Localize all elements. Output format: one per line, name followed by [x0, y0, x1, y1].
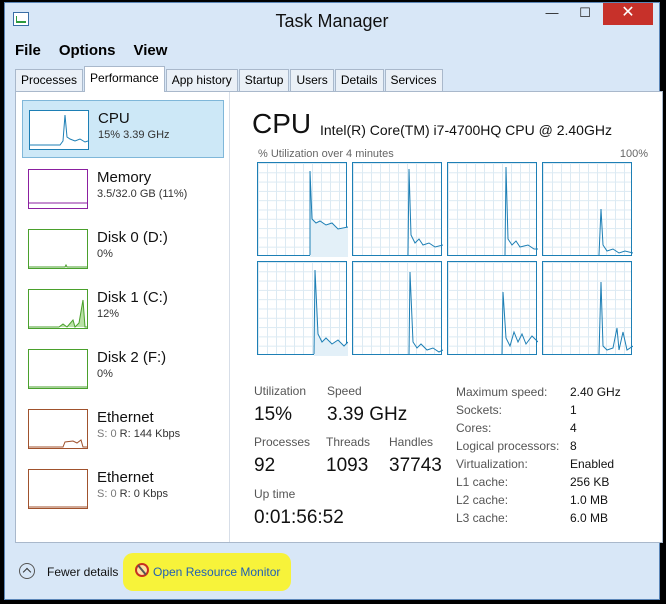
- cpu-core-graph: [257, 162, 348, 257]
- cpu-core-graph: [352, 162, 443, 256]
- performance-panel: CPU 15% 3.39 GHz Memory 3.5/32.0 GB (11%…: [15, 91, 663, 543]
- tab-performance[interactable]: Performance: [84, 66, 165, 92]
- spec-label: L3 cache:: [456, 511, 509, 525]
- cpu-core-graph: [447, 261, 538, 355]
- disk-1-thumbnail-graph: [28, 289, 88, 329]
- send-rate: S: 0: [97, 428, 117, 440]
- open-resource-monitor-link[interactable]: Open Resource Monitor: [153, 565, 280, 579]
- menu-options[interactable]: Options: [57, 40, 118, 62]
- tab-users[interactable]: Users: [290, 69, 334, 91]
- footer-bar: Fewer details Open Resource Monitor: [5, 545, 659, 601]
- sidebar-label: Ethernet: [97, 469, 154, 486]
- sidebar-item-memory[interactable]: Memory 3.5/32.0 GB (11%): [22, 160, 224, 218]
- menu-bar: File Options View: [13, 40, 169, 62]
- spec-value: 256 KB: [570, 475, 610, 489]
- sidebar-sub-value: 12%: [97, 308, 120, 320]
- processes-value: 92: [254, 455, 276, 476]
- spec-label: Logical processors:: [456, 439, 560, 453]
- sidebar-item-ethernet-1[interactable]: Ethernet S: 0 R: 144 Kbps: [22, 400, 224, 458]
- utilization-graph-label: % Utilization over 4 minutes: [258, 148, 394, 160]
- spec-label: Virtualization:: [456, 457, 528, 471]
- tab-services[interactable]: Services: [384, 69, 443, 91]
- sidebar-item-disk-1[interactable]: Disk 1 (C:) 12%: [22, 280, 224, 338]
- memory-thumbnail-graph: [28, 169, 88, 209]
- sidebar-sub-value: 0%: [97, 368, 113, 380]
- speed-label: Speed: [327, 384, 362, 398]
- spec-value: 8: [570, 439, 577, 453]
- close-button[interactable]: ✕: [603, 3, 653, 25]
- tab-strip: Processes Performance App history Startu…: [15, 66, 444, 92]
- menu-file[interactable]: File: [13, 40, 43, 62]
- uptime-label: Up time: [254, 487, 296, 501]
- handles-value: 37743: [389, 455, 442, 476]
- sidebar-item-disk-0[interactable]: Disk 0 (D:) 0%: [22, 220, 224, 278]
- spec-label: Maximum speed:: [456, 385, 548, 399]
- tab-startup[interactable]: Startup: [238, 69, 290, 91]
- disk-0-thumbnail-graph: [28, 229, 88, 269]
- send-rate: S: 0: [97, 488, 117, 500]
- cpu-core-graph: [542, 162, 633, 256]
- spec-value: 6.0 MB: [570, 511, 609, 525]
- handles-label: Handles: [389, 435, 434, 449]
- cpu-thumbnail-graph: [29, 110, 89, 150]
- utilization-graph-max: 100%: [619, 148, 648, 160]
- sidebar-sub-value: S: 0 R: 0 Kbps: [97, 488, 168, 500]
- spec-value: 2.40 GHz: [570, 385, 621, 399]
- minimize-button[interactable]: —: [537, 3, 567, 25]
- spec-value: 4: [570, 421, 577, 435]
- spec-value: 1: [570, 403, 577, 417]
- threads-label: Threads: [326, 435, 371, 449]
- threads-value: 1093: [326, 455, 369, 476]
- sidebar-label: CPU: [98, 110, 130, 127]
- spec-label: L1 cache:: [456, 475, 509, 489]
- spec-label: Cores:: [456, 421, 492, 435]
- sidebar-label: Disk 2 (F:): [97, 349, 167, 366]
- chevron-up-icon[interactable]: [19, 563, 35, 579]
- detail-title: CPU: [252, 108, 312, 139]
- ethernet-2-thumbnail-graph: [28, 469, 88, 509]
- spec-label: L2 cache:: [456, 493, 509, 507]
- uptime-value: 0:01:56:52: [254, 507, 344, 528]
- sidebar-label: Ethernet: [97, 409, 154, 426]
- tab-app-history[interactable]: App history: [165, 69, 238, 91]
- resource-sidebar: CPU 15% 3.39 GHz Memory 3.5/32.0 GB (11%…: [16, 92, 230, 542]
- fewer-details-button[interactable]: Fewer details: [47, 565, 118, 579]
- menu-view[interactable]: View: [132, 40, 170, 62]
- spec-value: 1.0 MB: [570, 493, 609, 507]
- sidebar-sub-value: 3.5/32.0 GB (11%): [97, 188, 188, 200]
- sidebar-item-ethernet-2[interactable]: Ethernet S: 0 R: 0 Kbps: [22, 460, 224, 518]
- spec-value: Enabled: [570, 457, 615, 471]
- task-manager-window: Task Manager — ☐ ✕ File Options View Pro…: [4, 2, 663, 601]
- sidebar-sub-value: S: 0 R: 144 Kbps: [97, 428, 180, 440]
- tab-processes[interactable]: Processes: [15, 69, 84, 91]
- cpu-model-name: Intel(R) Core(TM) i7-4700HQ CPU @ 2.40GH…: [320, 122, 612, 138]
- sidebar-label: Disk 0 (D:): [97, 229, 168, 246]
- cpu-core-graph: [542, 261, 633, 355]
- tab-details[interactable]: Details: [334, 69, 384, 91]
- speed-value: 3.39 GHz: [327, 404, 408, 425]
- ethernet-1-thumbnail-graph: [28, 409, 88, 449]
- maximize-button[interactable]: ☐: [570, 3, 600, 25]
- sidebar-item-disk-2[interactable]: Disk 2 (F:) 0%: [22, 340, 224, 398]
- sidebar-sub-value: 0%: [97, 248, 113, 260]
- utilization-value: 15%: [254, 404, 293, 425]
- cpu-core-graph: [352, 261, 443, 355]
- sidebar-label: Memory: [97, 169, 152, 186]
- resource-monitor-icon[interactable]: [135, 563, 149, 577]
- sidebar-item-cpu[interactable]: CPU 15% 3.39 GHz: [22, 100, 224, 158]
- disk-2-thumbnail-graph: [28, 349, 88, 389]
- spec-label: Sockets:: [456, 403, 503, 417]
- sidebar-sub-value: 15% 3.39 GHz: [98, 129, 170, 141]
- title-bar[interactable]: Task Manager — ☐ ✕: [5, 3, 659, 37]
- logical-processor-graphs: [257, 162, 637, 362]
- processes-label: Processes: [254, 435, 311, 449]
- receive-rate: R: 144 Kbps: [119, 428, 181, 440]
- utilization-label: Utilization: [254, 384, 307, 398]
- receive-rate: R: 0 Kbps: [119, 488, 168, 500]
- sidebar-label: Disk 1 (C:): [97, 289, 168, 306]
- cpu-core-graph: [447, 162, 538, 256]
- cpu-core-graph: [257, 261, 348, 356]
